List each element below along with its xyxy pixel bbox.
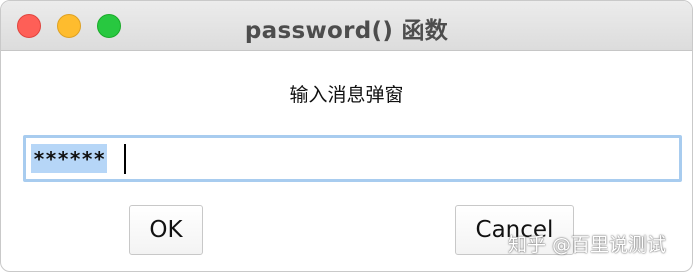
window-title: password() 函数 <box>244 18 449 44</box>
title-bar[interactable]: password() 函数 <box>1 1 692 51</box>
ok-button[interactable]: OK <box>129 205 203 255</box>
password-dialog-window: password() 函数 输入消息弹窗 ****** OK Cancel 知乎… <box>0 0 693 272</box>
password-input[interactable]: ****** <box>23 135 682 182</box>
dialog-message: 输入消息弹窗 <box>289 84 404 106</box>
watermark-text: 知乎 @百里说测试 <box>508 234 667 256</box>
password-input-value: ****** <box>31 144 108 173</box>
text-caret <box>124 144 126 174</box>
